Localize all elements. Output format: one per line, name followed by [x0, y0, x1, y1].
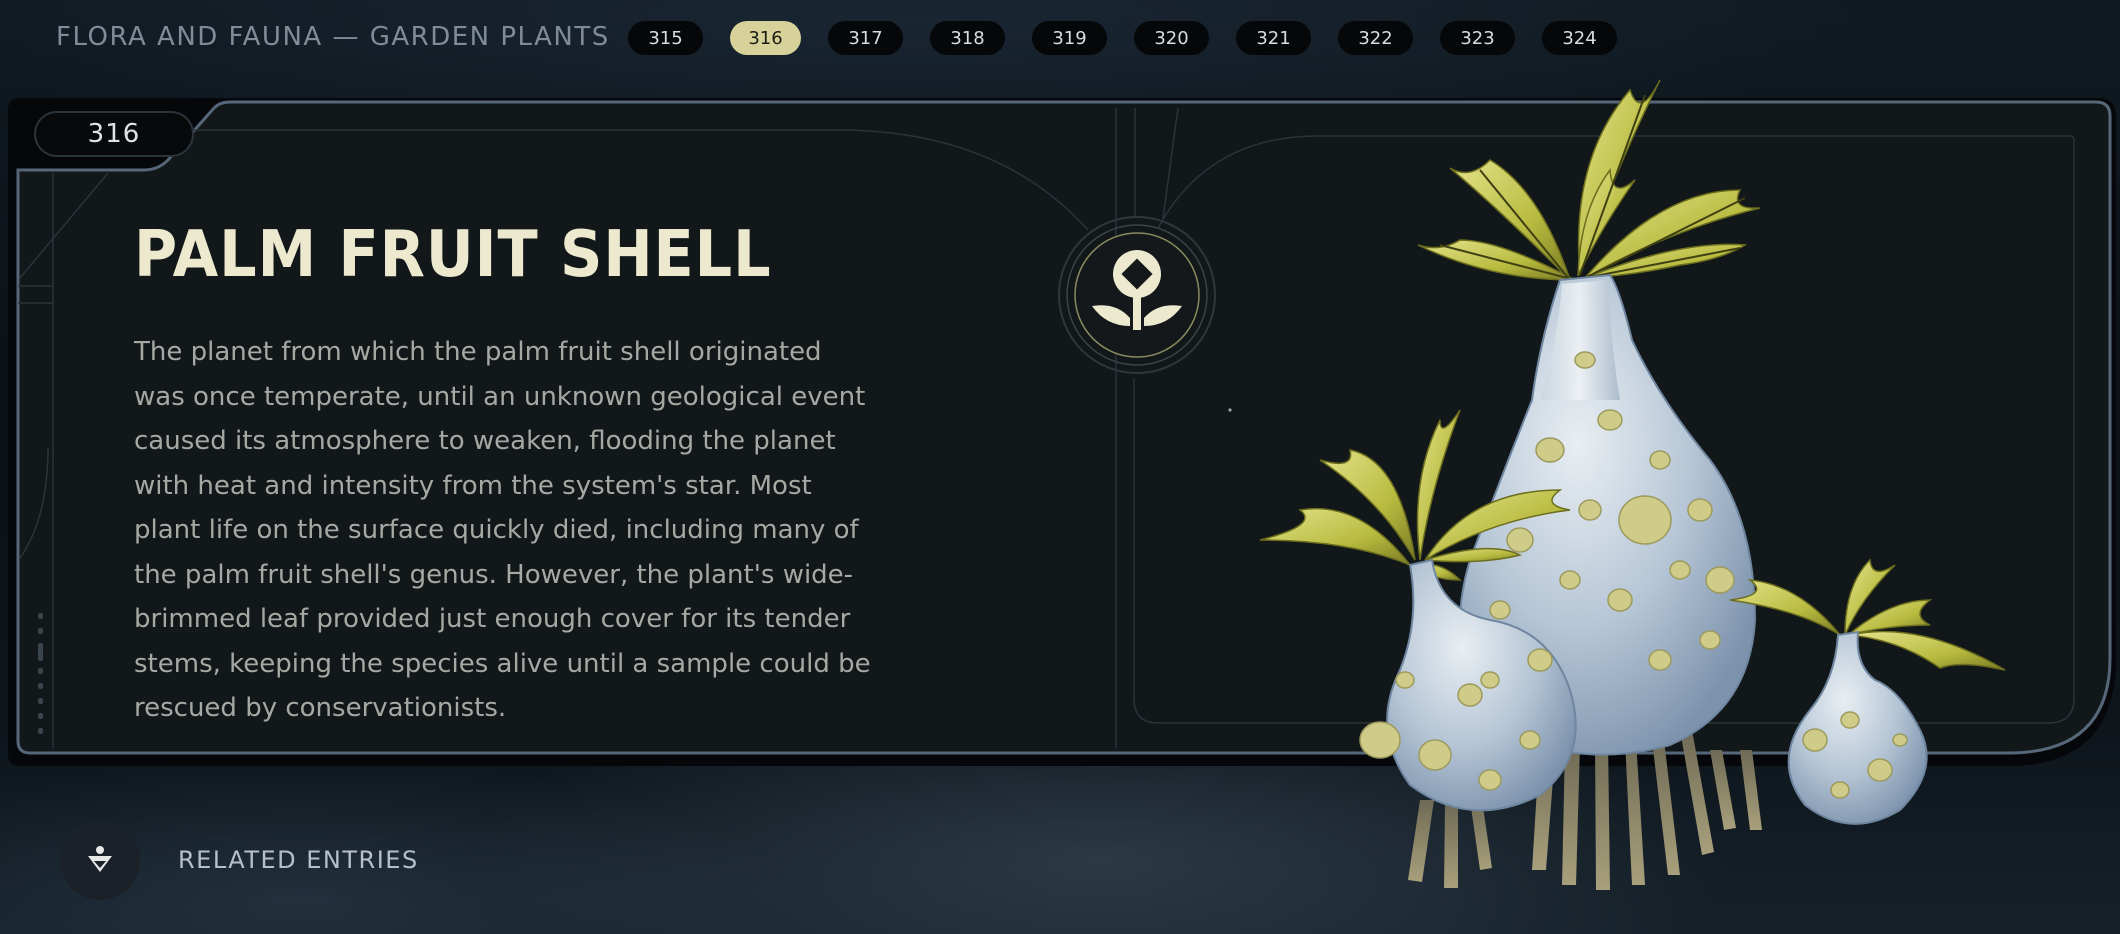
palm-fruit-shell-illustration: [1259, 79, 2006, 890]
breadcrumb: FLORA AND FAUNA — GARDEN PLANTS: [56, 22, 610, 52]
related-entries-icon[interactable]: [60, 820, 140, 900]
plant-emblem-icon: [1056, 214, 1218, 376]
entry-number-badge: 316: [34, 111, 194, 157]
page-button-320[interactable]: 320: [1134, 21, 1209, 55]
related-entries: RELATED ENTRIES: [60, 820, 419, 900]
entry-title: PALM FRUIT SHELL: [134, 218, 772, 292]
entry-description: The planet from which the palm fruit she…: [134, 337, 871, 723]
page-button-318[interactable]: 318: [930, 21, 1005, 55]
page-button-315[interactable]: 315: [628, 21, 703, 55]
page-button-319[interactable]: 319: [1032, 21, 1107, 55]
related-entries-label[interactable]: RELATED ENTRIES: [178, 846, 419, 874]
page-button-316[interactable]: 316: [730, 21, 801, 55]
page-button-317[interactable]: 317: [828, 21, 903, 55]
databank-screen: FLORA AND FAUNA — GARDEN PLANTS 315 316 …: [0, 0, 2120, 934]
